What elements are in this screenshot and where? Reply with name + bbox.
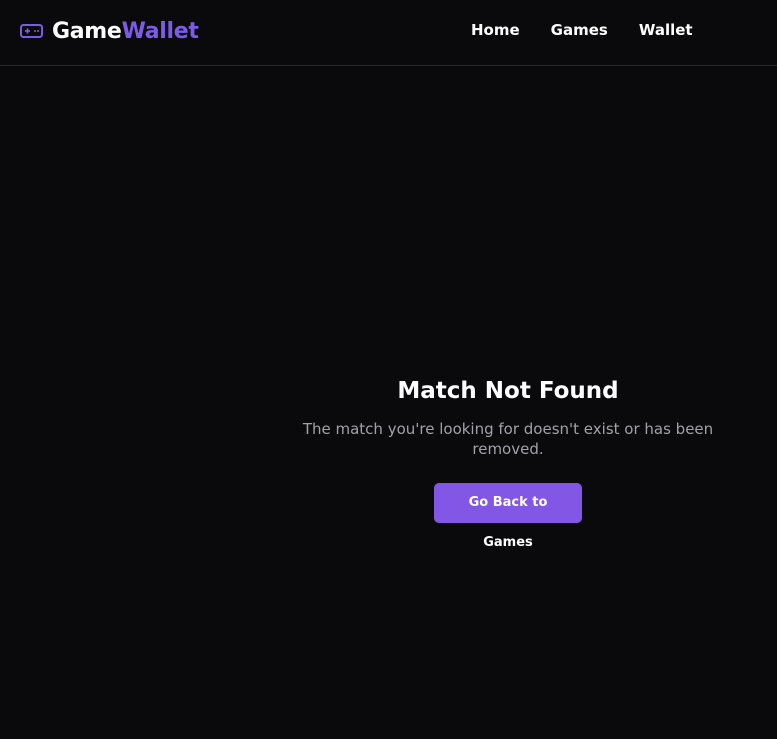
gamepad-icon bbox=[20, 23, 44, 39]
main-nav: Home Games Wallet bbox=[471, 20, 693, 40]
go-back-to-games-button[interactable]: Go Back to Games bbox=[434, 483, 582, 550]
brand-logo[interactable]: GameWallet bbox=[20, 16, 199, 46]
not-found-panel: Match Not Found The match you're looking… bbox=[270, 375, 746, 550]
brand-name-wallet: Wallet bbox=[121, 18, 199, 44]
nav-item-wallet[interactable]: Wallet bbox=[639, 20, 693, 40]
page-title: Match Not Found bbox=[397, 378, 619, 404]
nav-item-home[interactable]: Home bbox=[471, 20, 520, 40]
not-found-message: The match you're looking for doesn't exi… bbox=[302, 420, 714, 458]
nav-item-games[interactable]: Games bbox=[551, 20, 608, 40]
brand-name-game: Game bbox=[52, 18, 122, 44]
brand-name: GameWallet bbox=[52, 19, 199, 44]
top-navbar: GameWallet Home Games Wallet bbox=[0, 0, 777, 66]
